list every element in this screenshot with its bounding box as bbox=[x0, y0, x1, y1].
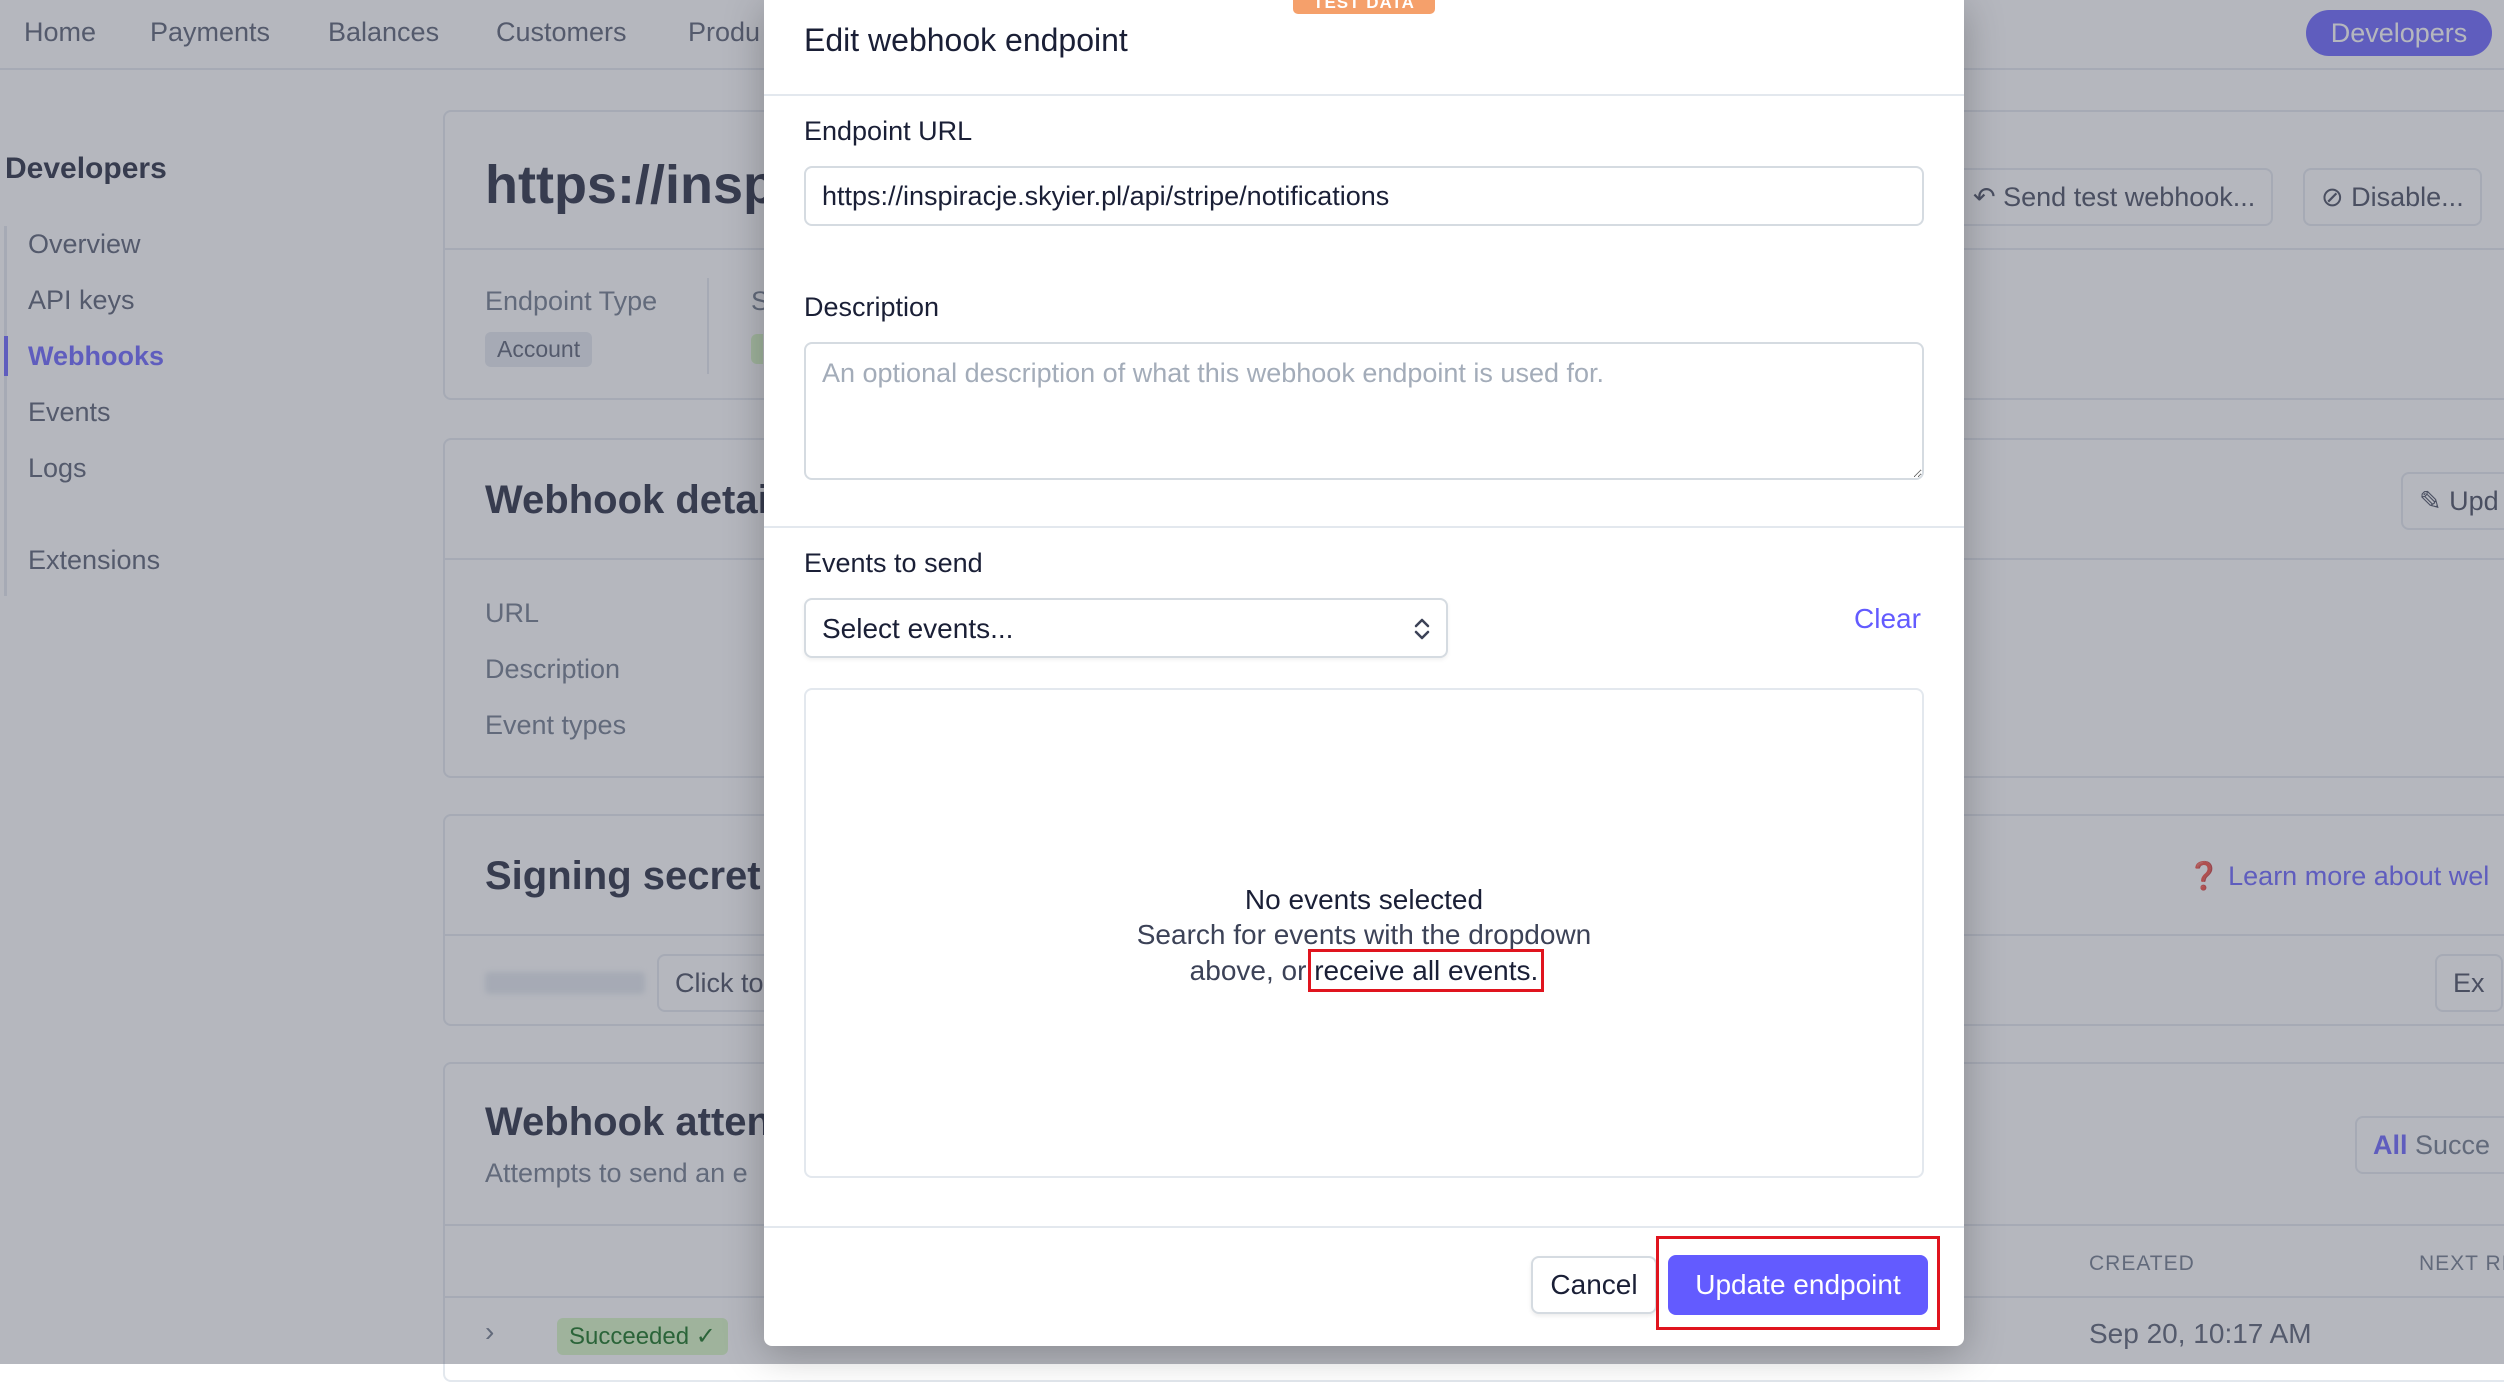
clear-events-link[interactable]: Clear bbox=[1854, 603, 1921, 635]
no-events-hint-line2: above, or receive all events. bbox=[806, 949, 1922, 992]
modal-section-divider bbox=[764, 526, 1964, 528]
description-label: Description bbox=[804, 292, 940, 322]
select-events-dropdown[interactable]: Select events... bbox=[804, 598, 1448, 658]
selected-events-panel: No events selected Search for events wit… bbox=[804, 688, 1924, 1178]
no-events-hint-prefix: above, or bbox=[1189, 955, 1315, 986]
events-to-send-label: Events to send bbox=[804, 548, 983, 578]
test-data-badge: TEST DATA bbox=[1293, 0, 1435, 14]
receive-all-events-link[interactable]: receive all events. bbox=[1308, 949, 1545, 992]
edit-webhook-modal: TEST DATA Edit webhook endpoint Endpoint… bbox=[764, 0, 1964, 1346]
endpoint-url-label: Endpoint URL bbox=[804, 116, 973, 146]
update-endpoint-button[interactable]: Update endpoint bbox=[1668, 1255, 1928, 1315]
no-events-hint-line1: Search for events with the dropdown bbox=[1136, 919, 1592, 950]
modal-footer-divider bbox=[764, 1226, 1964, 1228]
chevron-up-down-icon bbox=[1412, 614, 1432, 649]
endpoint-url-input[interactable] bbox=[804, 166, 1924, 226]
select-events-placeholder: Select events... bbox=[822, 613, 1014, 644]
modal-header-divider bbox=[764, 94, 1964, 96]
no-events-title: No events selected bbox=[1244, 884, 1484, 915]
cancel-button[interactable]: Cancel bbox=[1531, 1256, 1657, 1314]
modal-title: Edit webhook endpoint bbox=[804, 22, 1128, 58]
description-textarea[interactable] bbox=[804, 342, 1924, 480]
